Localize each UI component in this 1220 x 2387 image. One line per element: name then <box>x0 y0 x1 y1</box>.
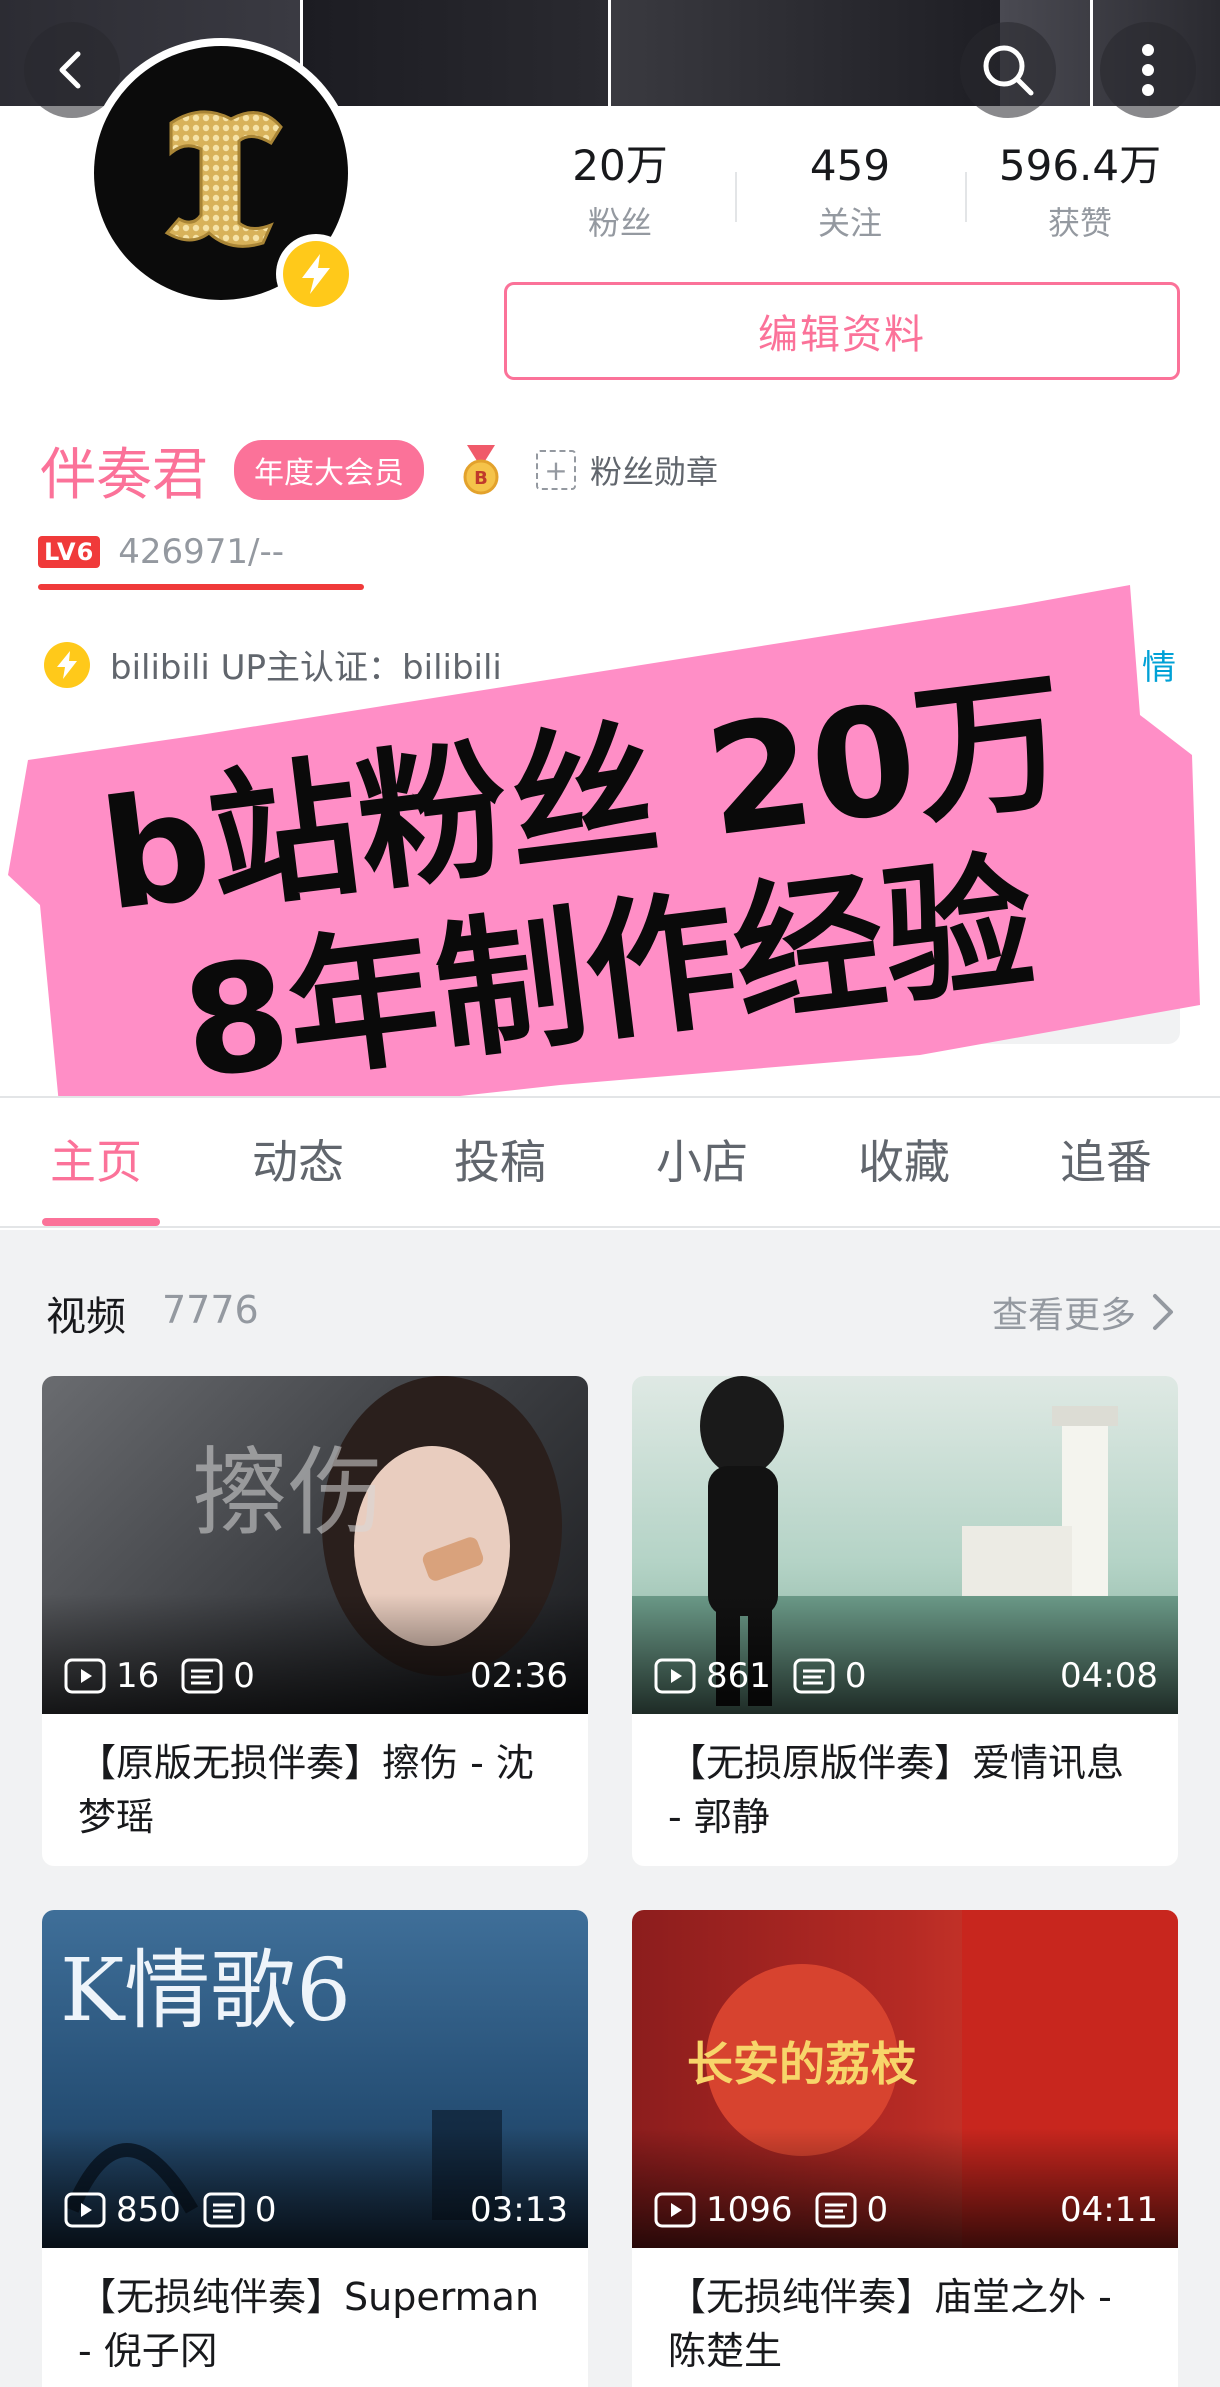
video-thumbnail[interactable]: 擦伤 16 0 02:36 <box>42 1376 588 1714</box>
name-row: 伴奏君 年度大会员 B + 粉丝勋章 <box>40 430 718 510</box>
more-vertical-icon <box>1142 44 1154 96</box>
video-card[interactable]: 长安的荔枝 1096 0 04:11 【无损纯伴奏】庙堂之外 - 陈楚生 <box>632 1910 1178 2387</box>
stat-label: 粉丝 <box>587 204 652 242</box>
tab-home[interactable]: 主页 <box>50 1126 142 1192</box>
level-badge: LV6 <box>38 536 101 568</box>
stat-value: 20万 <box>572 141 668 190</box>
play-count: 861 <box>706 1656 771 1696</box>
promo-overlay: b站粉丝 20万 8年制作经验 <box>8 585 1200 1130</box>
videos-section: 视频 7776 查看更多 擦伤 16 0 02:36 【原版无损伴奏】擦伤 - … <box>0 1230 1220 2387</box>
video-card[interactable]: 861 0 04:08 【无损原版伴奏】爱情讯息 - 郭静 <box>632 1376 1178 1866</box>
stat-value: 596.4万 <box>998 141 1162 190</box>
edit-profile-button[interactable]: 编辑资料 <box>504 282 1180 380</box>
avatar-verified-badge <box>276 234 356 314</box>
play-count: 1096 <box>706 2190 793 2230</box>
danmaku-count-icon <box>203 2192 245 2228</box>
see-more-link[interactable]: 查看更多 <box>992 1286 1174 1338</box>
fan-medal-button[interactable]: + 粉丝勋章 <box>536 447 718 493</box>
video-title[interactable]: 【原版无损伴奏】擦伤 - 沈梦瑶 <box>42 1714 588 1866</box>
tab-uploads[interactable]: 投稿 <box>454 1126 546 1192</box>
medal-icon[interactable]: B <box>456 442 506 498</box>
profile-stats: 20万 粉丝 459 关注 596.4万 获赞 <box>505 136 1195 256</box>
video-meta: 861 0 04:08 <box>654 1656 1158 1696</box>
play-count: 16 <box>116 1656 160 1696</box>
fan-medal-label: 粉丝勋章 <box>590 453 719 491</box>
play-count-icon <box>64 1658 106 1694</box>
play-count-icon <box>64 2192 106 2228</box>
play-count: 850 <box>116 2190 181 2230</box>
thumbnail-text: 擦伤 <box>192 1437 384 1549</box>
video-duration: 04:08 <box>1060 1656 1158 1696</box>
level-row: LV6 426971/-- <box>38 532 284 572</box>
video-title[interactable]: 【无损纯伴奏】庙堂之外 - 陈楚生 <box>632 2248 1178 2387</box>
banner-image-3 <box>610 0 1000 106</box>
video-thumbnail[interactable]: 长安的荔枝 1096 0 04:11 <box>632 1910 1178 2248</box>
search-button[interactable] <box>960 22 1056 118</box>
video-thumbnail[interactable]: 861 0 04:08 <box>632 1376 1178 1714</box>
thumbnail-shade <box>632 1594 1178 1714</box>
video-card[interactable]: K情歌6 850 0 03:13 【无损纯伴奏】Superman - 倪子冈 <box>42 1910 588 2387</box>
stat-following[interactable]: 459 关注 <box>735 136 965 256</box>
thumbnail-shade <box>632 2128 1178 2248</box>
thumbnail-shade <box>42 1594 588 1714</box>
vip-badge[interactable]: 年度大会员 <box>234 440 424 500</box>
tab-favorites[interactable]: 收藏 <box>858 1126 950 1192</box>
username: 伴奏君 <box>40 442 208 508</box>
more-button[interactable] <box>1100 22 1196 118</box>
plus-icon: + <box>536 450 576 490</box>
video-card[interactable]: 擦伤 16 0 02:36 【原版无损伴奏】擦伤 - 沈梦瑶 <box>42 1376 588 1866</box>
stat-followers[interactable]: 20万 粉丝 <box>505 136 735 256</box>
danmaku-count-icon <box>181 1658 223 1694</box>
banner-divider <box>608 0 611 106</box>
stat-label: 获赞 <box>1047 204 1112 242</box>
video-meta: 16 0 02:36 <box>64 1656 568 1696</box>
tab-dynamics[interactable]: 动态 <box>252 1126 344 1192</box>
stat-value: 459 <box>809 141 891 190</box>
danmaku-count: 0 <box>233 1656 255 1696</box>
danmaku-count: 0 <box>844 1656 867 1696</box>
section-count: 7776 <box>162 1288 259 1332</box>
gold-logo-icon <box>164 110 283 248</box>
stat-label: 关注 <box>817 204 882 242</box>
video-duration: 04:11 <box>1060 2190 1158 2230</box>
search-icon <box>983 45 1034 96</box>
video-duration: 03:13 <box>470 2190 568 2230</box>
video-thumbnail[interactable]: K情歌6 850 0 03:13 <box>42 1910 588 2248</box>
svg-text:B: B <box>474 468 488 489</box>
thumbnail-text: K情歌6 <box>60 1941 351 2041</box>
play-count-icon <box>654 2192 696 2228</box>
banner-image-2 <box>300 0 610 106</box>
thumbnail-shade <box>42 2128 588 2248</box>
danmaku-count-icon <box>815 2192 857 2228</box>
video-title[interactable]: 【无损原版伴奏】爱情讯息 - 郭静 <box>632 1714 1178 1866</box>
tab-bangumi[interactable]: 追番 <box>1060 1126 1152 1192</box>
tab-shop[interactable]: 小店 <box>656 1126 748 1192</box>
experience-text: 426971/-- <box>118 532 285 572</box>
chevron-right-icon <box>1153 1294 1173 1330</box>
video-meta: 850 0 03:13 <box>64 2190 568 2230</box>
video-meta: 1096 0 04:11 <box>654 2190 1158 2230</box>
section-title: 视频 <box>46 1294 126 1340</box>
play-count-icon <box>654 1658 696 1694</box>
stat-likes[interactable]: 596.4万 获赞 <box>965 136 1195 256</box>
danmaku-count: 0 <box>866 2190 889 2230</box>
tab-bar: 主页 动态 投稿 小店 收藏 追番 <box>0 1096 1220 1228</box>
tab-active-indicator <box>42 1218 160 1226</box>
danmaku-count: 0 <box>254 2190 277 2230</box>
lightning-icon <box>302 254 330 294</box>
see-more-label: 查看更多 <box>991 1295 1136 1336</box>
video-duration: 02:36 <box>470 1656 568 1696</box>
danmaku-count-icon <box>793 1658 835 1694</box>
thumbnail-text: 长安的荔枝 <box>687 2037 918 2091</box>
video-title[interactable]: 【无损纯伴奏】Superman - 倪子冈 <box>42 2248 588 2387</box>
banner-divider <box>1090 0 1093 106</box>
chevron-left-icon <box>59 51 81 89</box>
